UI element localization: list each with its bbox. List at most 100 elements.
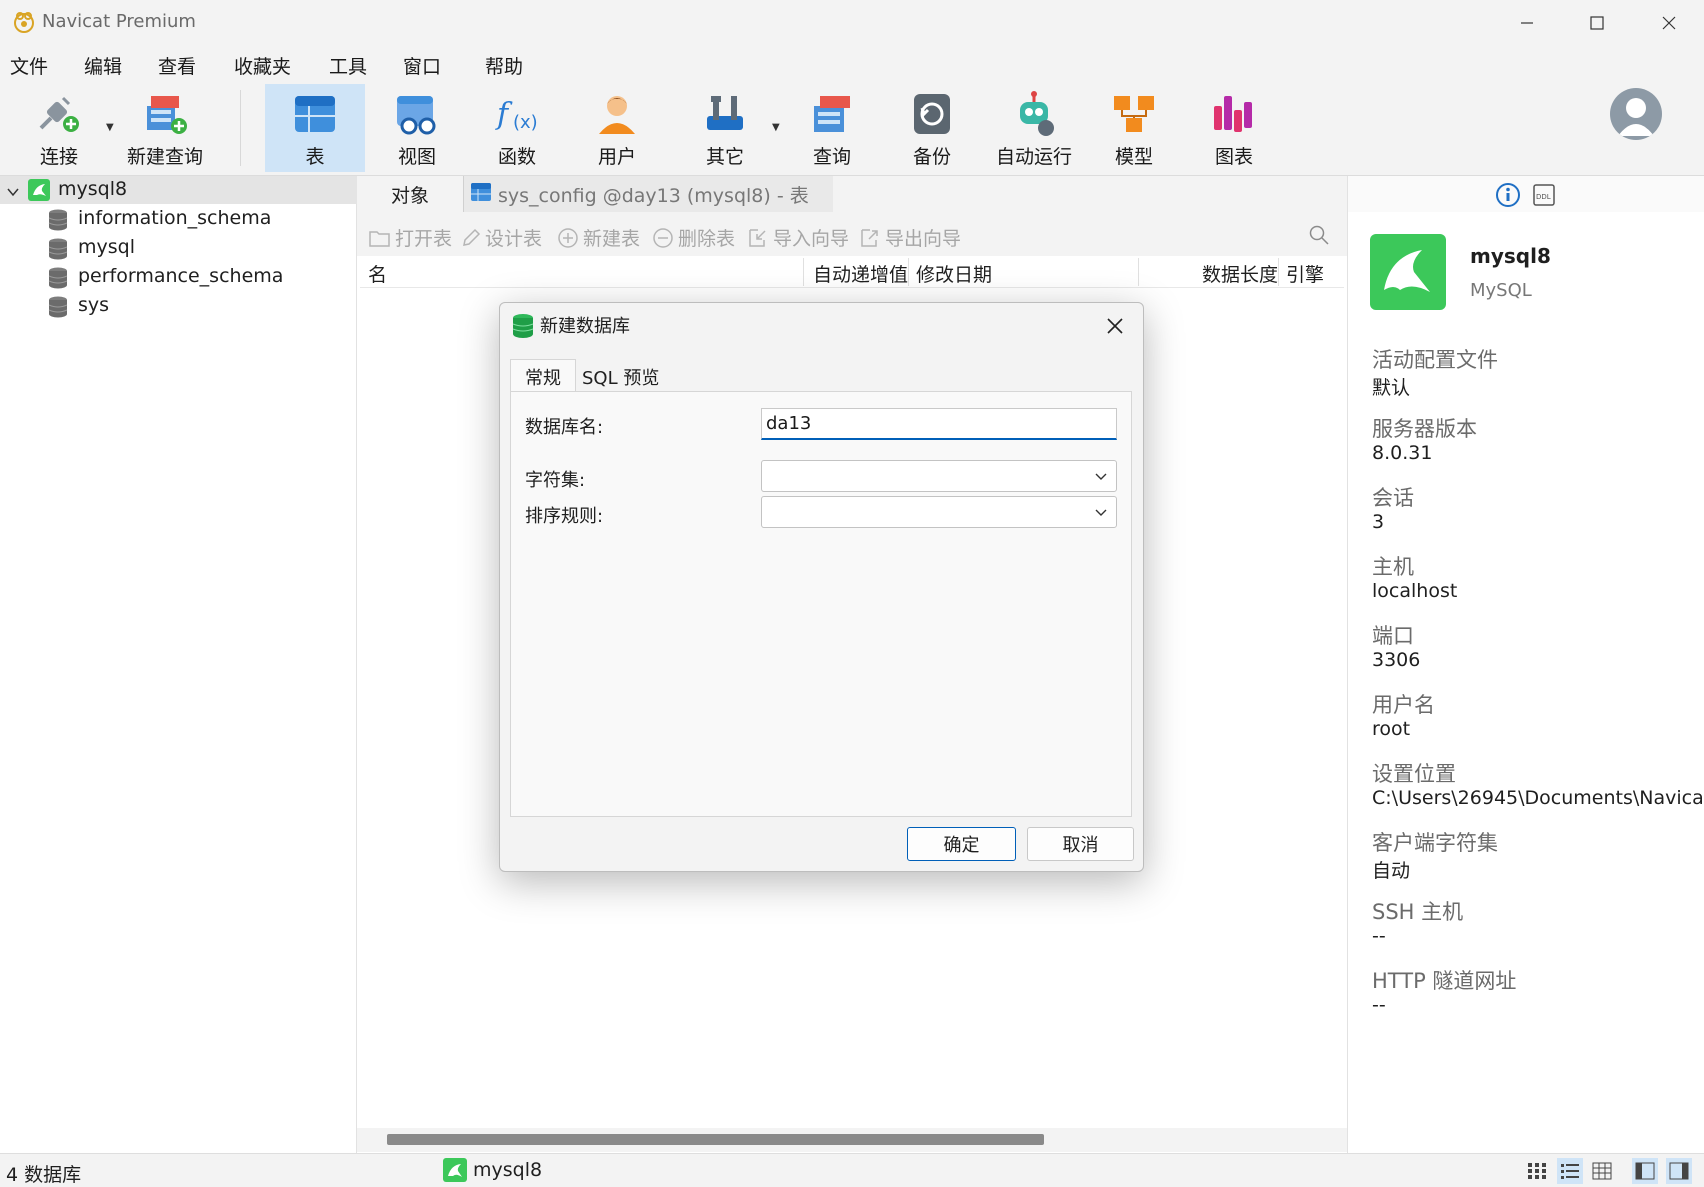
column-divider[interactable] [1278, 258, 1279, 286]
view-button[interactable]: 视图 [367, 84, 467, 172]
object-toolbar: 打开表 设计表 新建表 删除表 导入向导 导出向导 [357, 212, 1347, 256]
column-header-name[interactable]: 名 [368, 260, 387, 287]
user-icon [599, 96, 635, 134]
menu-file[interactable]: 文件 [10, 52, 48, 79]
info-icon [1496, 183, 1520, 207]
other-button[interactable]: 其它 [675, 84, 775, 172]
maximize-button[interactable] [1562, 0, 1632, 46]
general-settings-panel: 数据库名: 字符集: 排序规则: [510, 391, 1132, 817]
connect-button[interactable]: 连接 [10, 84, 108, 172]
function-label: 函数 [497, 146, 536, 168]
export-wizard-button[interactable]: 导出向导 [859, 224, 961, 251]
search-button[interactable] [1308, 224, 1330, 251]
connect-dropdown-arrow-icon[interactable]: ▼ [106, 122, 114, 133]
status-connection: mysql8 [443, 1158, 542, 1182]
detail-view-icon [1592, 1162, 1612, 1180]
info-panel: DDL mysql8 MySQL 活动配置文件 默认 服务器版本 8.0.31 … [1347, 176, 1704, 1153]
database-name-input[interactable] [761, 408, 1117, 440]
cancel-button[interactable]: 取消 [1027, 827, 1134, 861]
main-tab-strip: 对象 sys_config @day13 (mysql8) - 表 [357, 176, 1347, 212]
tree-database-item[interactable]: information_schema [0, 205, 357, 233]
status-bar: 4 数据库 mysql8 [0, 1153, 1704, 1187]
tree-connection-mysql8[interactable]: mysql8 [0, 176, 357, 204]
chevron-down-icon[interactable] [6, 182, 20, 204]
info-value-server-version: 8.0.31 [1372, 442, 1433, 464]
info-tab-button[interactable] [1495, 182, 1521, 213]
database-green-icon [512, 314, 534, 338]
delete-table-button[interactable]: 删除表 [652, 224, 735, 251]
close-icon [1662, 16, 1676, 30]
tab-sql-preview[interactable]: SQL 预览 [582, 361, 659, 393]
toolbar-separator [240, 90, 241, 166]
menu-window[interactable]: 窗口 [403, 52, 441, 79]
horizontal-scrollbar[interactable] [387, 1134, 1044, 1145]
mysql-dolphin-icon [443, 1158, 467, 1182]
tree-database-item[interactable]: sys [0, 292, 357, 320]
tree-database-item[interactable]: mysql [0, 234, 357, 262]
toggle-left-panel-button[interactable] [1632, 1158, 1658, 1184]
tab-sys-config[interactable]: sys_config @day13 (mysql8) - 表 [463, 176, 833, 212]
column-header-engine[interactable]: 引擎 [1286, 260, 1324, 287]
ddl-icon: DDL [1533, 184, 1555, 206]
automation-button[interactable]: 自动运行 [982, 84, 1086, 172]
menu-tools[interactable]: 工具 [329, 52, 367, 79]
info-panel-toolbar: DDL [1348, 176, 1704, 212]
charset-select[interactable] [761, 460, 1117, 492]
list-view-button[interactable] [1557, 1158, 1583, 1184]
menu-help[interactable]: 帮助 [485, 52, 523, 79]
menu-view[interactable]: 查看 [158, 52, 196, 79]
automation-label: 自动运行 [995, 146, 1072, 168]
query-icon [814, 96, 850, 132]
other-label: 其它 [705, 146, 744, 168]
new-query-button[interactable]: 新建查询 [116, 84, 214, 172]
user-label: 用户 [597, 146, 636, 168]
toggle-right-panel-button[interactable] [1666, 1158, 1692, 1184]
ok-button[interactable]: 确定 [907, 827, 1016, 861]
minimize-button[interactable] [1492, 0, 1562, 46]
dialog-close-button[interactable] [1100, 311, 1130, 341]
import-wizard-button[interactable]: 导入向导 [747, 224, 849, 251]
model-icon [1114, 96, 1154, 132]
info-label-ssh-host: SSH 主机 [1372, 900, 1464, 924]
column-header-modified-date[interactable]: 修改日期 [916, 260, 992, 287]
query-button[interactable]: 查询 [782, 84, 882, 172]
svg-text:(x): (x) [513, 112, 538, 133]
collation-select[interactable] [761, 496, 1117, 528]
menu-edit[interactable]: 编辑 [84, 52, 122, 79]
design-table-button[interactable]: 设计表 [461, 224, 542, 251]
column-header-auto-increment[interactable]: 自动递增值 [813, 260, 908, 287]
navicat-logo-icon [14, 12, 34, 33]
other-dropdown-arrow-icon[interactable]: ▼ [772, 122, 780, 133]
chart-button[interactable]: 图表 [1184, 84, 1284, 172]
close-icon [1107, 318, 1123, 334]
new-table-button[interactable]: 新建表 [557, 224, 640, 251]
database-icon [48, 209, 68, 236]
detail-view-button[interactable] [1589, 1158, 1615, 1184]
svg-text:f: f [495, 97, 513, 132]
grid-view-button[interactable] [1524, 1158, 1550, 1184]
query-label: 查询 [812, 146, 851, 168]
account-avatar[interactable] [1610, 88, 1662, 140]
backup-button[interactable]: 备份 [882, 84, 982, 172]
open-table-button[interactable]: 打开表 [369, 224, 452, 251]
info-value-profile: 默认 [1372, 377, 1411, 399]
ddl-tab-button[interactable]: DDL [1533, 184, 1555, 211]
info-connection-name: mysql8 [1470, 244, 1551, 268]
tab-general[interactable]: 常规 [510, 359, 576, 393]
column-divider[interactable] [908, 258, 909, 286]
user-button[interactable]: 用户 [567, 84, 667, 172]
column-divider[interactable] [803, 258, 804, 286]
tree-database-item[interactable]: performance_schema [0, 263, 357, 291]
column-divider[interactable] [1138, 258, 1139, 286]
tree-database-label: performance_schema [78, 265, 284, 287]
function-button[interactable]: f (x) 函数 [467, 84, 567, 172]
tab-objects[interactable]: 对象 [357, 176, 463, 212]
close-window-button[interactable] [1634, 0, 1704, 46]
table-tab-icon [470, 181, 492, 208]
menu-favorites[interactable]: 收藏夹 [234, 52, 291, 79]
model-button[interactable]: 模型 [1084, 84, 1184, 172]
tree-database-label: information_schema [78, 207, 272, 229]
table-button[interactable]: 表 [265, 84, 365, 172]
dialog-title: 新建数据库 [540, 316, 630, 337]
column-header-data-length[interactable]: 数据长度 [1202, 260, 1278, 287]
